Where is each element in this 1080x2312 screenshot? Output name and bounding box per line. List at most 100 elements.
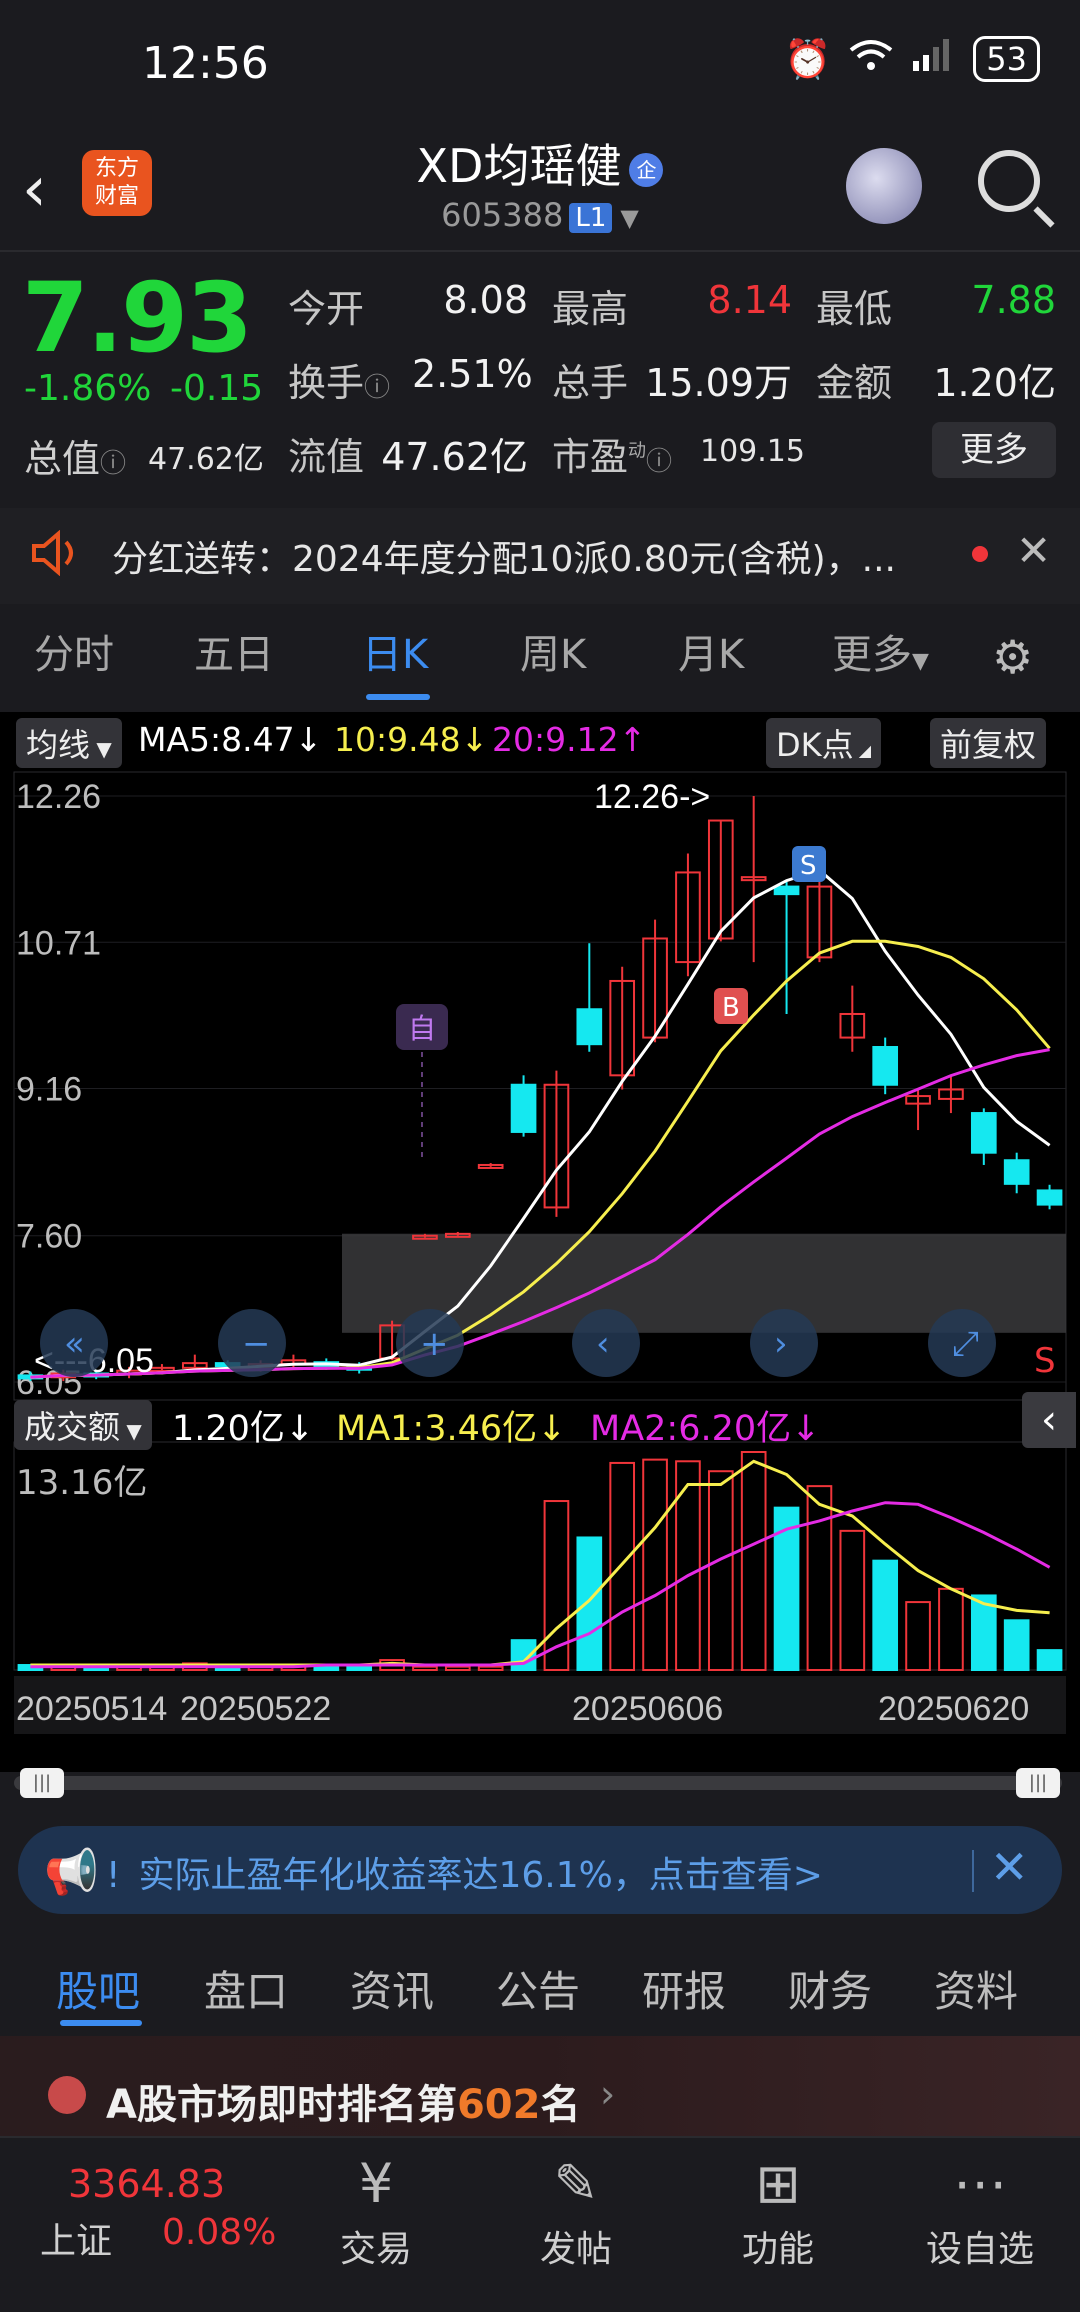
volume-bar: [872, 1559, 899, 1672]
tab-intraday[interactable]: 分时: [34, 622, 114, 680]
tab-news[interactable]: 资讯: [350, 1958, 434, 2019]
rank-prefix: A股市场即时排名第: [106, 2082, 457, 2128]
signal-icon: [911, 37, 955, 82]
price-tick-label: 7.60: [16, 1218, 82, 1256]
volume-selector[interactable]: 成交额 ▼: [14, 1400, 152, 1450]
dropdown-triangle-icon: ▼: [120, 1419, 142, 1443]
search-icon[interactable]: [978, 150, 1040, 212]
nav-trade[interactable]: ¥ 交易: [306, 2148, 446, 2272]
chart-range-scrollbar[interactable]: [14, 1776, 1062, 1790]
volume-max-tick: 13.16亿: [16, 1463, 147, 1503]
volume-bar: [477, 1665, 504, 1672]
rank-number: 602: [456, 2082, 541, 2128]
tab-five-day[interactable]: 五日: [194, 622, 274, 680]
date-tick-label: 20250514: [16, 1690, 167, 1728]
tab-research[interactable]: 研报: [642, 1958, 726, 2019]
nav-functions-label: 功能: [741, 2229, 814, 2270]
close-icon[interactable]: ✕: [990, 1840, 1029, 1894]
assistant-avatar[interactable]: [846, 148, 922, 224]
volume-ma2-text: MA2:6.20亿: [590, 1409, 792, 1449]
range-handle-right[interactable]: |||: [1016, 1768, 1060, 1798]
promo-text-content: 实际止盈年化收益率达16.1%，点击查看>: [138, 1855, 823, 1896]
tab-weekly-k[interactable]: 周K: [520, 622, 586, 680]
range-handle-left[interactable]: |||: [20, 1768, 64, 1798]
candle-body: [773, 885, 800, 896]
nav-trade-label: 交易: [339, 2229, 412, 2270]
volume-label: 总手: [552, 361, 629, 405]
volume-bar: [576, 1536, 603, 1672]
active-tab-indicator: [366, 694, 430, 700]
info-icon: ⓘ: [100, 449, 127, 479]
candle-body: [1003, 1159, 1030, 1185]
tab-more-label: 更多: [832, 632, 912, 678]
notice-text[interactable]: 分红送转：2024年度分配10派0.80元(含税)，...: [112, 530, 932, 582]
chart-nav-glyph: «: [64, 1324, 85, 1364]
active-content-tab-indicator: [60, 2020, 142, 2026]
volume-bar: [1036, 1649, 1063, 1672]
amount-value: 1.20亿: [933, 361, 1056, 405]
high-value: 8.14: [707, 278, 792, 322]
volume-bar: [905, 1601, 931, 1672]
index-percent[interactable]: 0.08%: [162, 2212, 276, 2253]
pe-label[interactable]: 市盈动ⓘ: [552, 426, 672, 481]
chart-nav-glyph: −: [242, 1324, 271, 1364]
pe-value: 109.15: [700, 434, 805, 469]
volume-bar: [938, 1587, 964, 1671]
rank-suffix: 名: [540, 2082, 581, 2128]
info-icon: ⓘ: [646, 447, 673, 477]
tab-finance[interactable]: 财务: [788, 1958, 872, 2019]
self-marker: 自: [408, 1012, 436, 1045]
tab-pankou[interactable]: 盘口: [204, 1958, 288, 2019]
turnover-label[interactable]: 换手ⓘ: [288, 352, 390, 407]
header-divider: [0, 250, 1080, 252]
chart-nav-glyph: +: [420, 1324, 449, 1364]
stock-code: 605388: [441, 196, 564, 234]
candle-body: [576, 1008, 603, 1046]
low-label: 最低: [816, 287, 893, 331]
status-icons: ⏰ 53: [784, 36, 1040, 82]
nav-functions[interactable]: ⊞ 功能: [708, 2148, 848, 2272]
corner-s-label: S: [1034, 1341, 1056, 1381]
current-price: 7.93: [22, 262, 253, 374]
tab-more[interactable]: 更多▼: [832, 622, 929, 680]
change-amount: -0.15: [170, 368, 264, 409]
level-badge: L1: [569, 203, 613, 233]
nav-add-watchlist[interactable]: ⋯ 设自选: [910, 2148, 1050, 2272]
volume-bar: [707, 1470, 734, 1672]
date-tick-label: 20250620: [878, 1690, 1029, 1728]
volume-panel-frame: [13, 1441, 1067, 1671]
high-label: 最高: [552, 287, 629, 331]
volume-value-text: 1.20亿: [172, 1409, 285, 1449]
dropdown-triangle-icon: ▼: [620, 204, 639, 232]
more-button[interactable]: 更多: [932, 422, 1056, 478]
gear-icon[interactable]: ⚙: [992, 630, 1033, 684]
turnover-label-text: 换手: [288, 361, 365, 405]
promo-text[interactable]: ! 实际止盈年化收益率达16.1%，点击查看>: [106, 1846, 823, 1898]
tab-profile[interactable]: 资料: [934, 1958, 1018, 2019]
speaker-icon: [30, 529, 82, 587]
wifi-icon: [849, 37, 893, 81]
tab-daily-k[interactable]: 日K: [362, 622, 428, 680]
enterprise-badge: 企: [629, 152, 664, 187]
volume-ma2-label: MA2:6.20亿↓: [590, 1409, 821, 1449]
rank-chart-icon: [48, 2076, 86, 2114]
chevron-left-icon[interactable]: ‹: [1022, 1392, 1076, 1448]
tab-guba[interactable]: 股吧: [56, 1958, 140, 2019]
date-tick-label: 20250522: [180, 1690, 331, 1728]
close-icon[interactable]: ✕: [1016, 526, 1051, 575]
chevron-right-icon[interactable]: ›: [600, 2072, 615, 2116]
index-name[interactable]: 上证: [40, 2212, 112, 2264]
candle-body: [970, 1112, 997, 1154]
nav-add-watchlist-label: 设自选: [925, 2229, 1034, 2270]
kline-svg[interactable]: 12.2610.719.167.606.0512.26-><---6.05自BS…: [0, 712, 1080, 1772]
tab-monthly-k[interactable]: 月K: [678, 622, 744, 680]
max-price-annotation: 12.26->: [594, 778, 710, 816]
total-value-label[interactable]: 总值ⓘ: [24, 428, 126, 483]
volume-selector-label: 成交额: [24, 1408, 121, 1446]
tab-announcements[interactable]: 公告: [496, 1958, 580, 2019]
nav-post[interactable]: ✎ 发帖: [506, 2148, 646, 2272]
change-percent: -1.86%: [24, 368, 152, 409]
index-value[interactable]: 3364.83: [68, 2162, 225, 2206]
rank-text[interactable]: A股市场即时排名第602名: [106, 2072, 580, 2130]
sell-marker: S: [800, 851, 817, 881]
